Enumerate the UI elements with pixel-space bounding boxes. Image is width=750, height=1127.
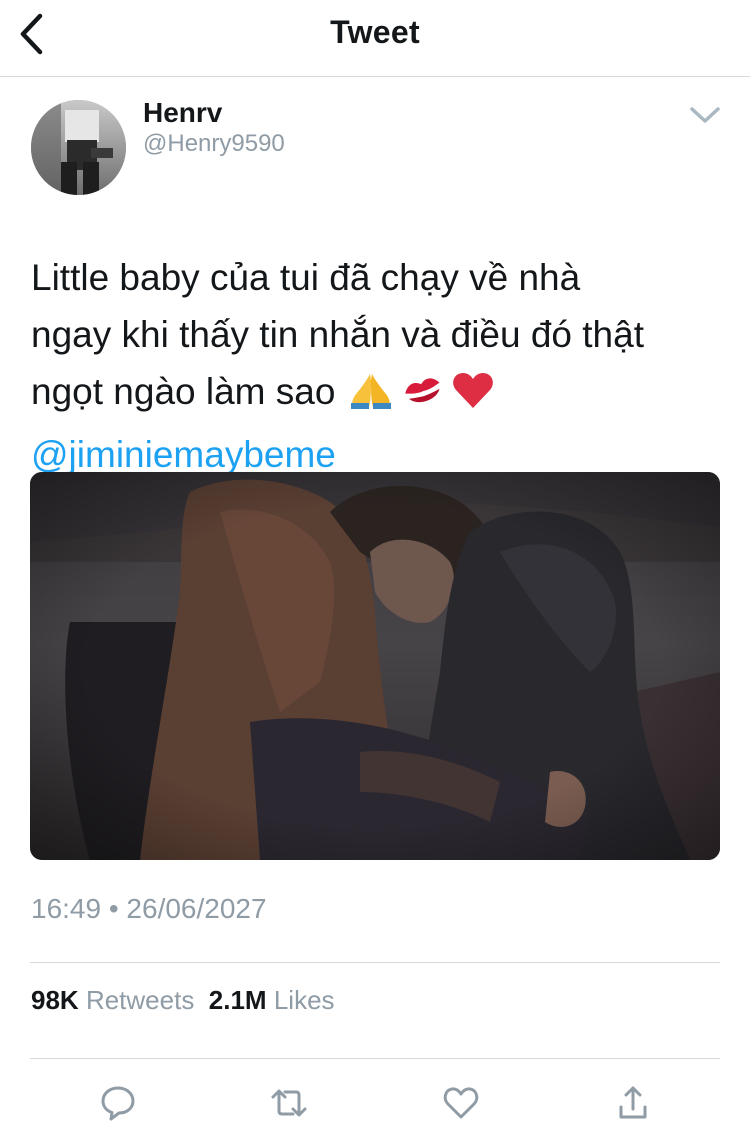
user-handle[interactable]: @Henry9590: [143, 130, 285, 158]
share-button[interactable]: [613, 1083, 653, 1123]
folded-hands-icon: [347, 369, 395, 426]
display-name[interactable]: Henrv: [143, 97, 222, 129]
hug-photo: [30, 472, 720, 860]
tweet-text: Little baby của tui đã chạy về nhà ngay …: [31, 249, 731, 483]
top-bar: Tweet: [0, 0, 750, 77]
kiss-mark-icon: [401, 369, 445, 426]
retweets-count: 98K: [31, 985, 79, 1015]
avatar-photo: [31, 100, 126, 195]
likes-count: 2.1M: [208, 985, 267, 1015]
red-heart-icon: [451, 369, 495, 426]
retweet-icon: [271, 1089, 307, 1117]
retweet-button[interactable]: [269, 1083, 309, 1123]
divider: [30, 1058, 720, 1059]
share-icon: [619, 1086, 647, 1119]
engagement-stats: 98K Retweets 2.1M Likes: [31, 985, 335, 1016]
tweet-line: ngay khi thấy tin nhắn và điều đó thật: [31, 314, 644, 355]
reply-button[interactable]: [98, 1083, 138, 1123]
reply-icon: [101, 1086, 135, 1121]
tweet-line-with-emoji: ngọt ngào làm sao: [31, 363, 731, 426]
likes-label: Likes: [273, 985, 335, 1015]
tweet-image[interactable]: [30, 472, 720, 860]
like-button[interactable]: [441, 1083, 481, 1123]
chevron-down-icon: [690, 107, 720, 123]
tweet-timestamp: 16:49 • 26/06/2027: [31, 893, 267, 924]
page-title: Tweet: [330, 14, 420, 50]
divider: [30, 962, 720, 963]
tweet-line: ngọt ngào làm sao: [31, 371, 336, 412]
likes-stat[interactable]: 2.1M Likes: [209, 985, 335, 1015]
retweets-label: Retweets: [85, 985, 195, 1015]
avatar[interactable]: [31, 100, 126, 195]
more-options-button[interactable]: [688, 102, 722, 128]
like-icon: [443, 1087, 479, 1119]
tweet-line: Little baby của tui đã chạy về nhà: [31, 257, 581, 298]
retweets-stat[interactable]: 98K Retweets: [31, 985, 194, 1015]
